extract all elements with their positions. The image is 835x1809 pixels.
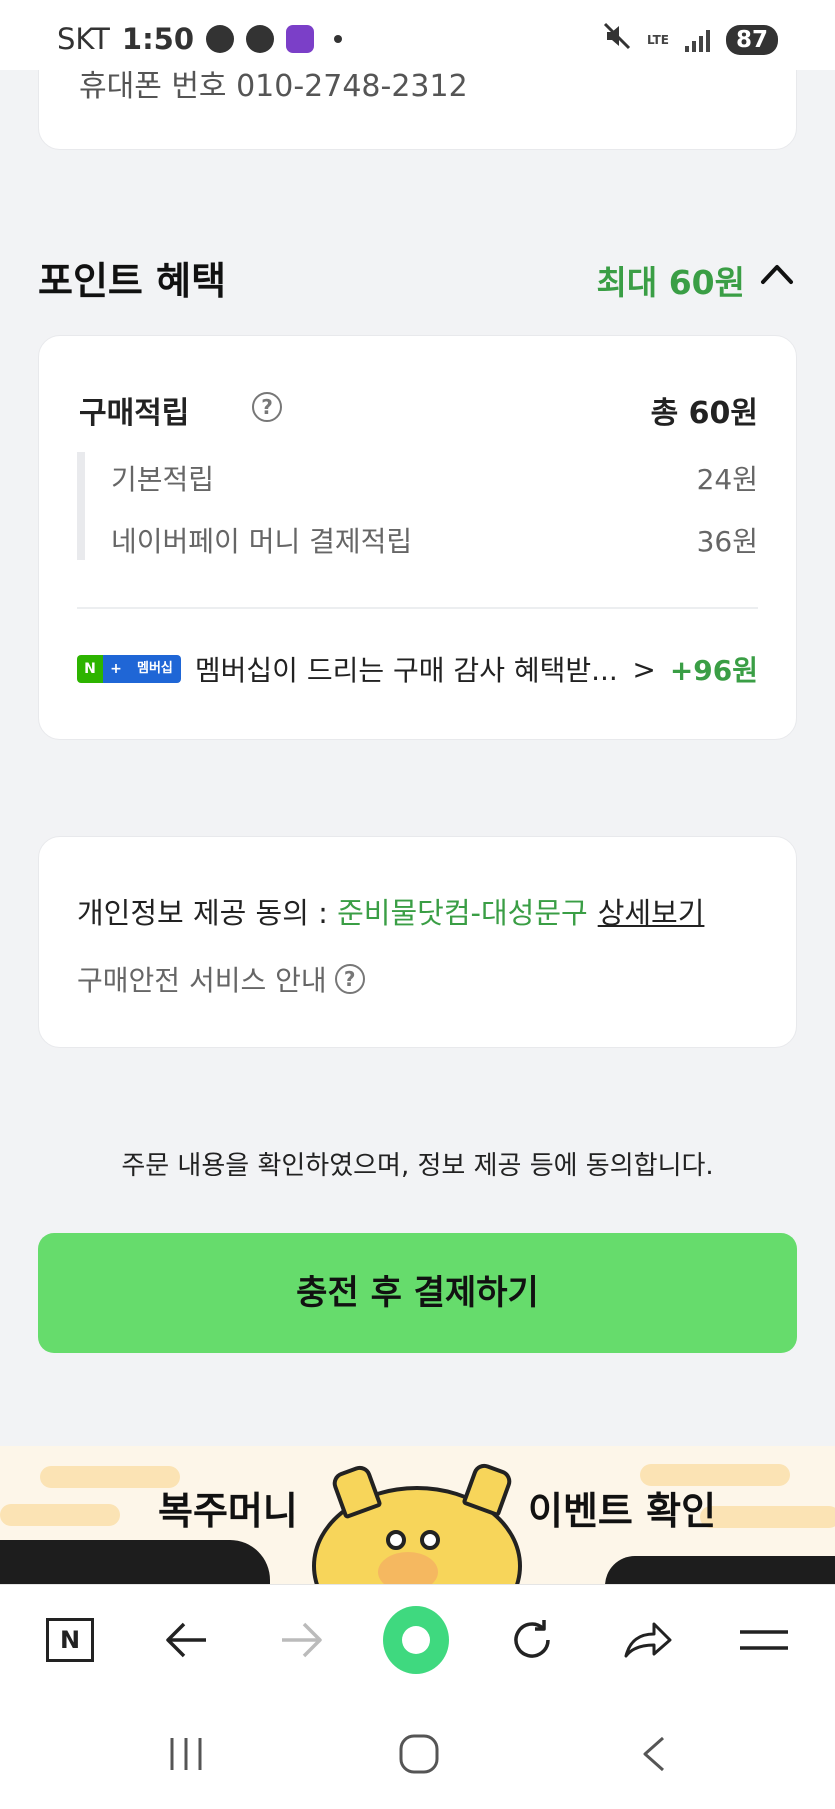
forward-arrow-icon[interactable]	[269, 1607, 335, 1673]
chevron-up-icon[interactable]	[757, 258, 797, 288]
points-row-label: 기본적립	[111, 463, 215, 496]
seller-name: 준비물닷컴-대성문구	[337, 896, 588, 930]
banner-shape	[605, 1556, 835, 1584]
points-row: 기본적립 24원	[111, 458, 758, 498]
record-icon[interactable]	[383, 1606, 449, 1674]
divider	[77, 607, 758, 609]
mascot-illustration	[312, 1460, 522, 1584]
banner-right-text: 이벤트 확인	[528, 1489, 717, 1533]
system-navigation-bar	[0, 1696, 835, 1809]
banner-left-text: 복주머니	[158, 1489, 298, 1533]
points-breakdown-bar	[77, 452, 85, 560]
banner-shape	[0, 1540, 270, 1584]
more-notifications-dot	[334, 35, 343, 43]
chat-bubble-icon	[246, 25, 275, 53]
safe-purchase-label: 구매안전 서비스 안내	[77, 964, 327, 997]
clock: 1:50	[121, 22, 195, 56]
points-card: 구매적립 ? 총 60원 기본적립 24원 네이버페이 머니 결제적립 36원 …	[38, 335, 797, 740]
agreement-text: 주문 내용을 확인하였으며, 정보 제공 등에 동의합니다.	[121, 1151, 714, 1181]
safe-purchase-info[interactable]: 구매안전 서비스 안내 ?	[77, 959, 365, 999]
back-icon[interactable]	[624, 1724, 684, 1784]
battery-indicator: 87	[725, 24, 778, 55]
back-arrow-icon[interactable]	[153, 1607, 219, 1673]
chevron-right-icon: >	[632, 652, 656, 686]
membership-extra-points: +96원	[669, 654, 758, 687]
naver-plus-membership-badge: N + 멤버십	[77, 655, 181, 683]
privacy-consent-line: 개인정보 제공 동의 : 준비물닷컴-대성문구 상세보기	[77, 890, 704, 932]
membership-message: 멤버십이 드리는 구매 감사 혜택받...	[194, 654, 618, 687]
status-right: LTE 87	[603, 22, 778, 57]
question-icon[interactable]: ?	[252, 392, 282, 422]
refresh-icon[interactable]	[499, 1607, 565, 1673]
carrier-label: SKT	[57, 22, 110, 56]
aperture-icon	[206, 25, 235, 53]
question-icon[interactable]: ?	[334, 964, 365, 994]
home-icon[interactable]	[389, 1724, 449, 1784]
purchase-points-total: 총 60원	[650, 396, 758, 431]
cloud-decoration	[700, 1506, 835, 1528]
event-banner[interactable]: 복주머니 이벤트 확인	[0, 1446, 835, 1584]
points-row-value: 24원	[696, 463, 758, 496]
mute-icon	[603, 22, 631, 57]
status-left: SKT 1:50	[57, 22, 343, 56]
app-notification-icon	[286, 25, 315, 53]
privacy-consent-label: 개인정보 제공 동의 :	[77, 896, 338, 930]
points-row: 네이버페이 머니 결제적립 36원	[111, 520, 758, 560]
charge-and-pay-button[interactable]: 충전 후 결제하기	[38, 1233, 797, 1353]
max-benefit-amount: 최대 60원	[596, 263, 746, 302]
share-icon[interactable]	[615, 1607, 681, 1673]
cloud-decoration	[0, 1504, 120, 1526]
browser-toolbar: N	[0, 1584, 835, 1696]
n-home-icon[interactable]: N	[37, 1607, 103, 1673]
membership-benefit-link[interactable]: N + 멤버십 멤버십이 드리는 구매 감사 혜택받... > +96원	[77, 649, 758, 689]
consent-card: 개인정보 제공 동의 : 준비물닷컴-대성문구 상세보기 구매안전 서비스 안내 …	[38, 836, 797, 1048]
menu-icon[interactable]	[731, 1607, 797, 1673]
purchase-points-title: 구매적립	[79, 396, 190, 431]
recent-apps-icon[interactable]	[156, 1724, 216, 1784]
points-row-value: 36원	[696, 525, 758, 558]
signal-icon	[684, 28, 710, 52]
points-row-label: 네이버페이 머니 결제적립	[111, 525, 413, 558]
consent-detail-link[interactable]: 상세보기	[598, 896, 705, 930]
lte-icon: LTE	[646, 32, 669, 47]
point-benefit-title: 포인트 혜택	[38, 259, 227, 303]
status-bar: SKT 1:50 LTE 87	[0, 0, 835, 70]
